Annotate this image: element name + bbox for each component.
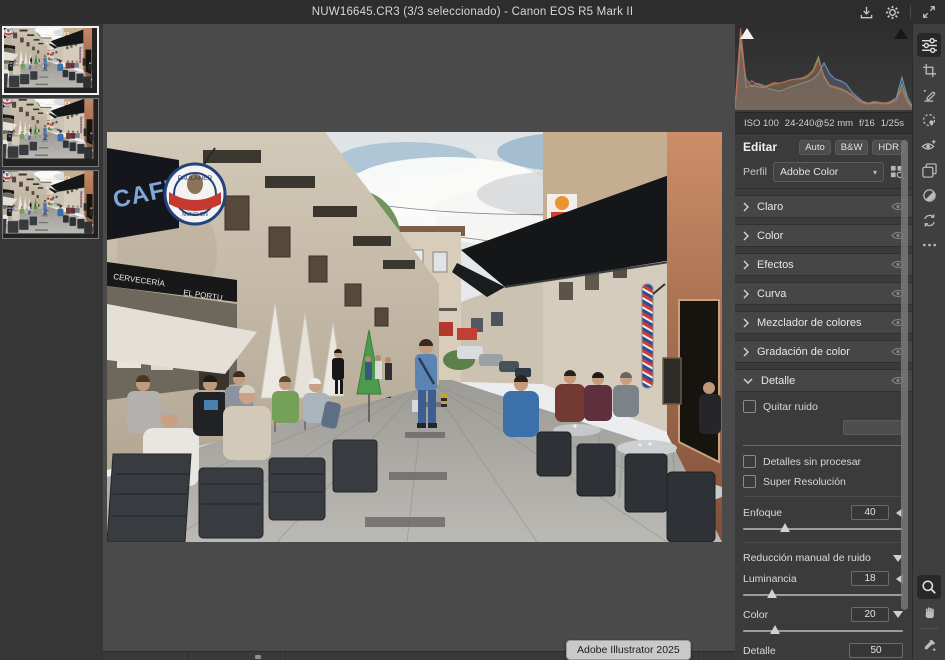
- tooltip-text: Adobe Illustrator 2025: [577, 644, 680, 656]
- dock-tooltip: Adobe Illustrator 2025: [566, 640, 691, 660]
- detalles-sin-procesar-checkbox[interactable]: [743, 455, 756, 468]
- presets-tool[interactable]: [917, 158, 941, 182]
- quitar-ruido-label: Quitar ruido: [763, 401, 818, 413]
- luminancia-slider[interactable]: [743, 589, 903, 600]
- luminancia-label: Luminancia: [743, 573, 851, 585]
- tool-column: [912, 24, 945, 660]
- manual-noise-header: Reducción manual de ruido: [743, 552, 893, 564]
- camera-raw-window: CAFÉ PAULANER MÜNCHEN CERVECERÍA EL PORT…: [0, 0, 945, 660]
- section-gradacion[interactable]: Gradación de color: [735, 340, 913, 363]
- detalle-noise-value-input[interactable]: [849, 643, 903, 658]
- settings-gear-icon[interactable]: [884, 4, 900, 20]
- enfoque-value-input[interactable]: [851, 505, 889, 520]
- thumbnail-2[interactable]: [2, 98, 99, 167]
- section-claro[interactable]: Claro: [735, 195, 913, 218]
- exif-aperture: f/16: [859, 118, 875, 129]
- section-color[interactable]: Color: [735, 224, 913, 247]
- color-noise-slider[interactable]: [743, 625, 903, 636]
- color-noise-label: Color: [743, 609, 851, 621]
- titlebar: NUW16645.CR3 (3/3 seleccionado) - Canon …: [0, 0, 945, 25]
- fullscreen-expand-icon[interactable]: [921, 4, 937, 20]
- chevron-down-icon: ▾: [873, 168, 877, 177]
- exif-shutter: 1/25s: [881, 118, 904, 129]
- masking-tool[interactable]: [917, 108, 941, 132]
- luminancia-value-input[interactable]: [851, 571, 889, 586]
- exif-strip: ISO 100 24-240@52 mm f/16 1/25s: [735, 113, 913, 134]
- section-label: Color: [757, 230, 891, 242]
- super-resolucion-label: Super Resolución: [763, 476, 846, 488]
- exif-iso: ISO 100: [744, 118, 779, 129]
- photo-street-scene[interactable]: [107, 132, 722, 542]
- super-resolucion-checkbox[interactable]: [743, 475, 756, 488]
- highlight-clipping-triangle[interactable]: [894, 28, 908, 39]
- histogram: [735, 24, 913, 113]
- color-noise-disclosure-triangle[interactable]: [893, 611, 903, 618]
- white-balance-eyedropper-tool[interactable]: [917, 633, 941, 657]
- color-noise-value-input[interactable]: [851, 607, 889, 622]
- section-label: Curva: [757, 288, 891, 300]
- edit-panel: ISO 100 24-240@52 mm f/16 1/25s Editar A…: [735, 24, 913, 660]
- profile-value: Adobe Color: [780, 166, 838, 178]
- tone-circle-tool[interactable]: [917, 183, 941, 207]
- auto-button[interactable]: Auto: [799, 140, 831, 155]
- enfoque-slider[interactable]: [743, 523, 903, 534]
- document-title: NUW16645.CR3 (3/3 seleccionado) - Canon …: [312, 6, 633, 18]
- healing-tool[interactable]: [917, 83, 941, 107]
- bw-button[interactable]: B&W: [835, 140, 869, 155]
- section-label: Detalle: [761, 375, 891, 387]
- section-label: Claro: [757, 201, 891, 213]
- section-mezclador[interactable]: Mezclador de colores: [735, 311, 913, 334]
- detalles-sin-procesar-label: Detalles sin procesar: [763, 456, 861, 468]
- partial-dock-icon: [255, 655, 261, 659]
- detalle-noise-label: Detalle: [743, 645, 849, 657]
- panel-scrollbar[interactable]: [901, 140, 908, 610]
- profile-label: Perfil: [743, 166, 767, 178]
- thumbnail-1[interactable]: [2, 26, 99, 95]
- exif-lens: 24-240@52 mm: [785, 118, 853, 129]
- sync-tool[interactable]: [917, 208, 941, 232]
- section-curva[interactable]: Curva: [735, 282, 913, 305]
- zoom-tool[interactable]: [917, 575, 941, 599]
- hand-tool[interactable]: [917, 600, 941, 624]
- edit-sliders-tool[interactable]: [917, 33, 941, 57]
- profile-select[interactable]: Adobe Color ▾: [773, 162, 884, 182]
- enfoque-label: Enfoque: [743, 507, 851, 519]
- titlebar-separator: [910, 5, 911, 19]
- section-label: Gradación de color: [757, 346, 891, 358]
- section-label: Mezclador de colores: [757, 317, 891, 329]
- red-eye-tool[interactable]: [917, 133, 941, 157]
- thumbnail-3[interactable]: [2, 170, 99, 239]
- more-tools[interactable]: [917, 233, 941, 257]
- crop-tool[interactable]: [917, 58, 941, 82]
- quitar-ruido-checkbox[interactable]: [743, 400, 756, 413]
- download-icon[interactable]: [858, 4, 874, 20]
- filmstrip: [0, 24, 103, 660]
- section-label: Efectos: [757, 259, 891, 271]
- section-detalle[interactable]: Detalle: [735, 369, 913, 392]
- section-efectos[interactable]: Efectos: [735, 253, 913, 276]
- panel-title: Editar: [743, 140, 795, 154]
- shadow-clipping-triangle[interactable]: [740, 28, 754, 39]
- denoise-amount-box-disabled: [843, 420, 903, 435]
